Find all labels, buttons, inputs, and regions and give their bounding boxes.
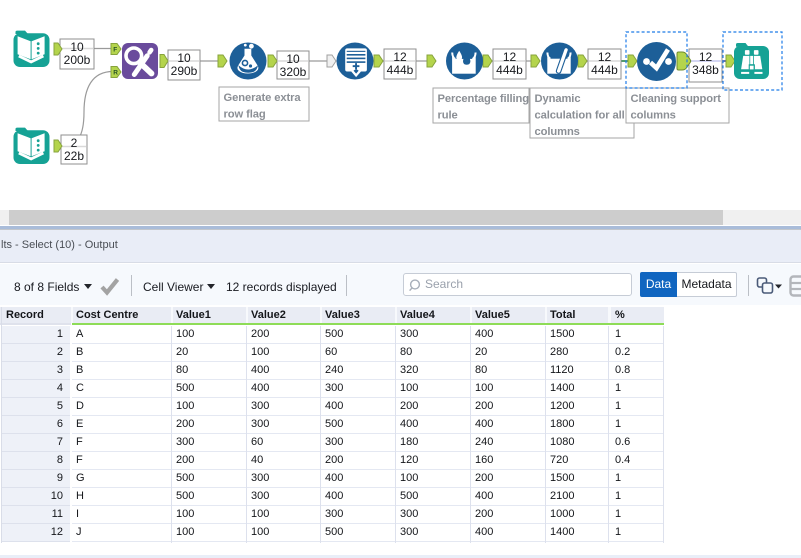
svg-text:rule: rule <box>438 110 458 122</box>
svg-text:F: F <box>113 47 117 54</box>
svg-text:444b: 444b <box>591 63 618 77</box>
svg-text:320b: 320b <box>280 65 307 79</box>
svg-text:12: 12 <box>699 50 713 64</box>
svg-text:columns: columns <box>535 126 580 138</box>
svg-text:row flag: row flag <box>224 109 266 121</box>
svg-text:12: 12 <box>503 50 517 64</box>
svg-text:columns: columns <box>631 110 676 122</box>
svg-text:22b: 22b <box>64 149 84 163</box>
svg-text:2: 2 <box>71 136 78 150</box>
svg-text:calculation for all: calculation for all <box>535 110 625 122</box>
svg-text:444b: 444b <box>496 63 523 77</box>
svg-text:290b: 290b <box>171 64 198 78</box>
svg-text:10: 10 <box>177 51 191 65</box>
svg-text:10: 10 <box>70 40 84 54</box>
svg-text:12: 12 <box>393 50 407 64</box>
svg-text:444b: 444b <box>387 63 414 77</box>
svg-text:12: 12 <box>598 50 612 64</box>
svg-text:Cleaning support: Cleaning support <box>631 93 722 105</box>
svg-text:10: 10 <box>286 52 300 66</box>
svg-text:Percentage filling: Percentage filling <box>438 93 530 105</box>
svg-text:Dynamic: Dynamic <box>535 93 581 105</box>
svg-text:Generate extra: Generate extra <box>224 92 302 104</box>
svg-text:348b: 348b <box>692 63 719 77</box>
svg-text:R: R <box>113 70 118 77</box>
svg-text:200b: 200b <box>64 53 91 67</box>
